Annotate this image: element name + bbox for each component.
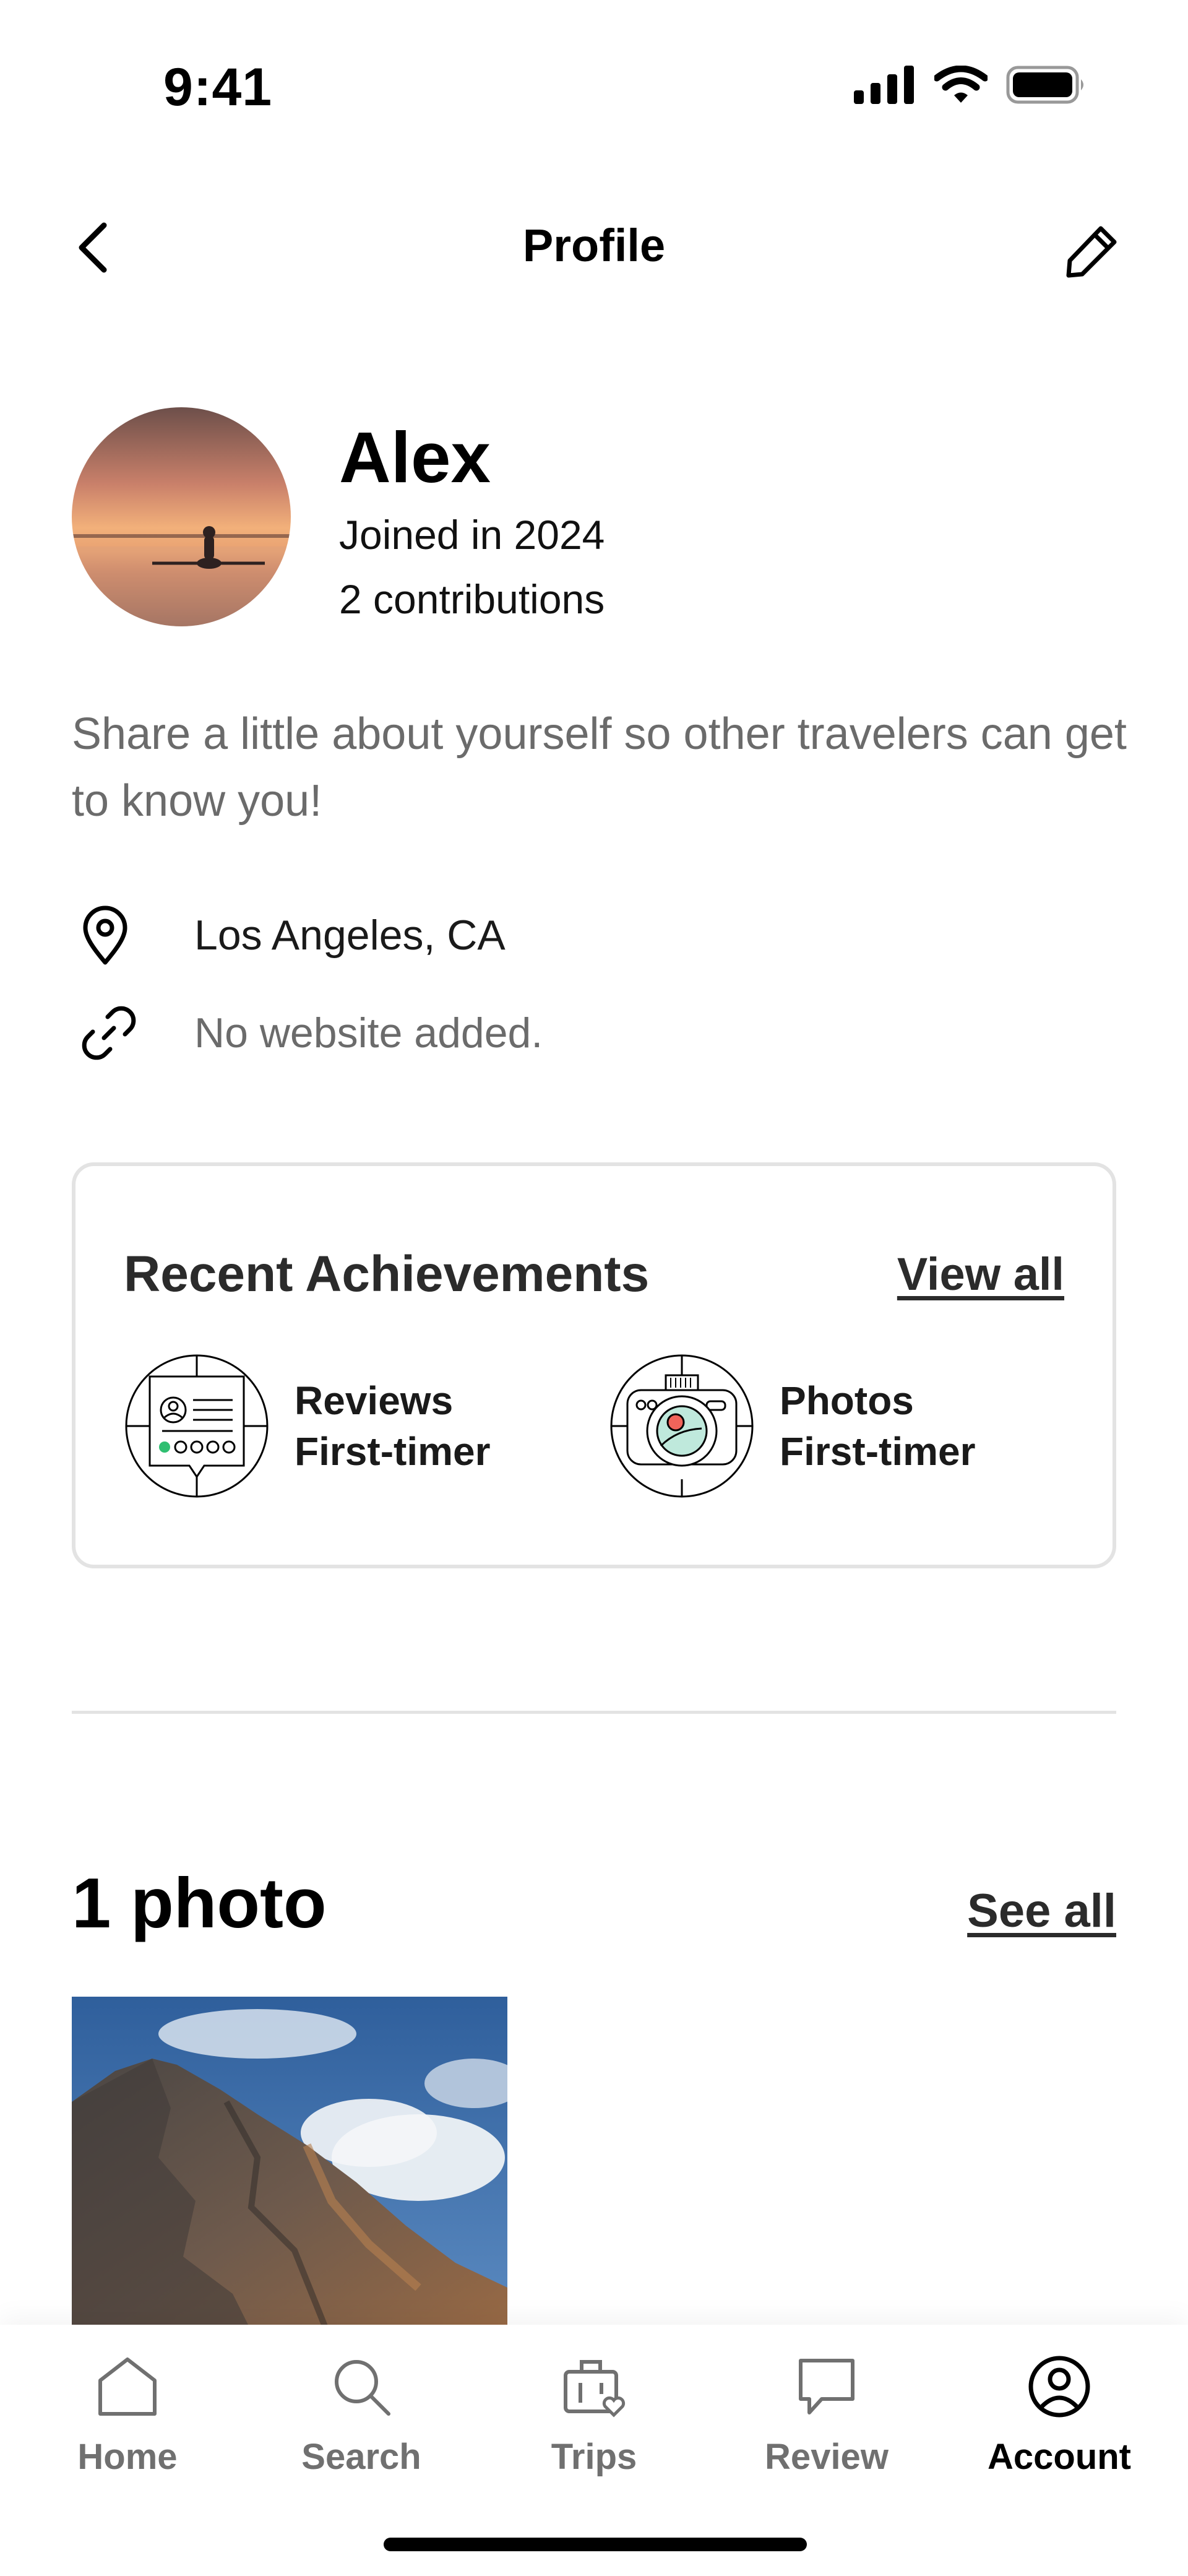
status-icons [854, 64, 1087, 108]
achievements-title: Recent Achievements [124, 1246, 650, 1302]
review-icon [790, 2349, 864, 2424]
see-all-photos-link[interactable]: See all [967, 1884, 1116, 1938]
tab-label: Home [77, 2437, 178, 2477]
achievement-name: Reviews [295, 1378, 454, 1423]
tab-search[interactable]: Search [269, 2349, 454, 2498]
profile-contributions[interactable]: 2 contributions [339, 576, 605, 623]
trips-icon [557, 2349, 631, 2424]
avatar [72, 407, 291, 626]
link-icon [72, 999, 146, 1067]
reviews-badge-icon [125, 1354, 269, 1498]
nav-bar: Profile [0, 198, 1188, 297]
achievement-level: First-timer [780, 1429, 976, 1474]
photo-thumbnail[interactable] [72, 1997, 507, 2343]
page-title: Profile [522, 220, 666, 271]
tab-home[interactable]: Home [35, 2349, 220, 2498]
battery-icon [1006, 66, 1087, 107]
achievement-photos[interactable]: Photos First-timer [609, 1352, 976, 1500]
profile-name: Alex [339, 417, 491, 498]
search-icon [324, 2349, 398, 2424]
bio-prompt[interactable]: Share a little about yourself so other t… [72, 701, 1136, 834]
photos-section-title: 1 photo [72, 1864, 327, 1943]
tab-label: Trips [551, 2437, 637, 2477]
achievement-reviews[interactable]: Reviews First-timer [124, 1352, 491, 1500]
cellular-signal-icon [854, 65, 916, 107]
achievement-level: First-timer [295, 1429, 491, 1474]
location-row: Los Angeles, CA [72, 901, 1124, 969]
tab-label: Account [988, 2437, 1131, 2477]
website-text: No website added. [194, 1009, 543, 1057]
view-all-achievements-link[interactable]: View all [897, 1248, 1064, 1300]
account-icon [1022, 2349, 1096, 2424]
tab-review[interactable]: Review [734, 2349, 919, 2498]
photos-badge-icon [610, 1354, 754, 1498]
website-row[interactable]: No website added. [72, 999, 1124, 1067]
tab-label: Search [301, 2437, 421, 2477]
achievement-name: Photos [780, 1378, 914, 1423]
section-divider [72, 1711, 1116, 1714]
edit-profile-button[interactable] [1058, 217, 1126, 285]
home-indicator[interactable] [384, 2538, 807, 2551]
tab-account[interactable]: Account [966, 2349, 1152, 2498]
pencil-icon [1066, 226, 1117, 278]
map-pin-icon [72, 901, 146, 969]
home-icon [90, 2349, 165, 2424]
tab-label: Review [765, 2437, 889, 2477]
location-text: Los Angeles, CA [194, 912, 506, 959]
status-bar: 9:41 [0, 0, 1188, 149]
profile-joined-date: Joined in 2024 [339, 512, 605, 558]
recent-achievements-card: Recent Achievements View all Reviews Fir… [72, 1162, 1116, 1568]
tab-trips[interactable]: Trips [501, 2349, 687, 2498]
wifi-icon [933, 65, 989, 107]
status-time: 9:41 [163, 58, 273, 117]
